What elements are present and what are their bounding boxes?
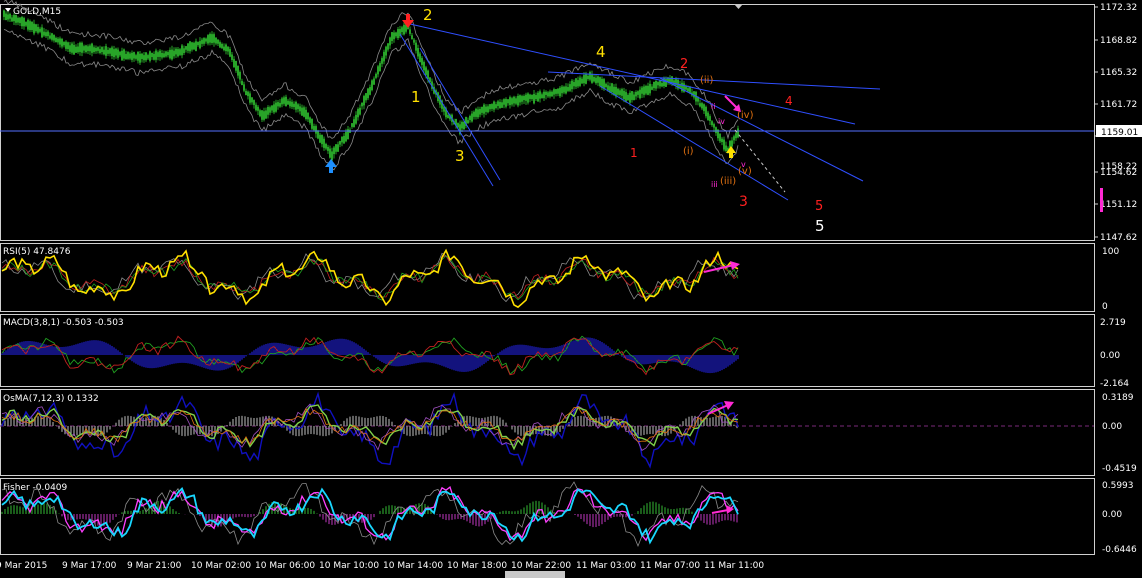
wave-label: (i) [683,146,694,157]
time-tick: 9 Mar 2015 [0,561,47,571]
macd-axis-tick: 2.719 [1100,318,1126,328]
wave-label: 5 [815,199,823,214]
wave-label: (ii) [700,75,713,86]
price-tick: 1151.12 [1100,200,1137,210]
wave-label: 1 [411,88,421,106]
wave-label: v [741,160,746,169]
wave-label: iii [711,180,718,189]
wave-label: 1 [630,146,638,160]
wave-label: 4 [596,43,606,61]
current-price-value: 1159.01 [1101,128,1138,138]
symbol-label: GOLD,M15 [13,7,61,17]
wave-label: (iv) [737,110,754,121]
wave-label: iv [718,117,725,126]
macd-label: MACD(3,8,1) -0.503 -0.503 [3,318,124,328]
rsi-axis-tick: 100 [1102,247,1119,257]
wave-label: ii [711,102,715,111]
time-tick: 10 Mar 02:00 [191,561,251,571]
rsi-label: RSI(5) 47.8476 [3,247,71,257]
wave-label: (iii) [720,176,736,187]
time-tick: 9 Mar 21:00 [127,561,182,571]
trading-chart[interactable]: GOLD,M15 2 1 3 4 5 2 1 3 4 5 (ii) (i) (i… [0,0,1142,578]
price-tick: 1147.62 [1100,233,1137,243]
time-tick: 10 Mar 10:00 [319,561,379,571]
wave-label: 3 [455,147,465,165]
time-tick: 10 Mar 06:00 [255,561,315,571]
horizontal-scrollbar[interactable] [505,571,565,578]
price-tick: 1154.62 [1100,168,1137,178]
macd-axis-tick: -2.164 [1100,379,1129,389]
time-tick: 10 Mar 14:00 [383,561,443,571]
fisher-axis-tick: 0.5993 [1102,481,1134,491]
time-tick: 9 Mar 17:00 [62,561,117,571]
osma-axis-tick: 0.00 [1102,422,1122,432]
wave-label: 3 [739,194,748,210]
wave-label: 2 [423,6,433,24]
time-tick: 10 Mar 18:00 [447,561,507,571]
price-tick: 1172.32 [1100,3,1137,13]
osma-label: OsMA(7,12,3) 0.1332 [3,394,99,404]
time-tick: 11 Mar 03:00 [576,561,636,571]
osma-axis-tick: 0.3189 [1102,393,1134,403]
time-tick: 11 Mar 07:00 [640,561,700,571]
scroll-indicator[interactable] [1100,188,1103,212]
time-tick: 10 Mar 22:00 [511,561,571,571]
osma-axis-tick: -0.4519 [1102,464,1137,474]
price-tick: 1165.32 [1100,68,1137,78]
wave-label: 5 [815,217,825,235]
fisher-axis-tick: -0.6446 [1102,545,1137,555]
price-tick: 1168.82 [1100,36,1137,46]
wave-label: 2 [680,57,688,72]
rsi-axis-tick: 0 [1102,302,1108,312]
macd-axis-tick: 0.00 [1100,351,1120,361]
wave-label: 4 [785,94,793,108]
price-tick: 1161.72 [1100,100,1137,110]
fisher-axis-tick: 0.00 [1102,510,1122,520]
time-tick: 11 Mar 11:00 [704,561,764,571]
